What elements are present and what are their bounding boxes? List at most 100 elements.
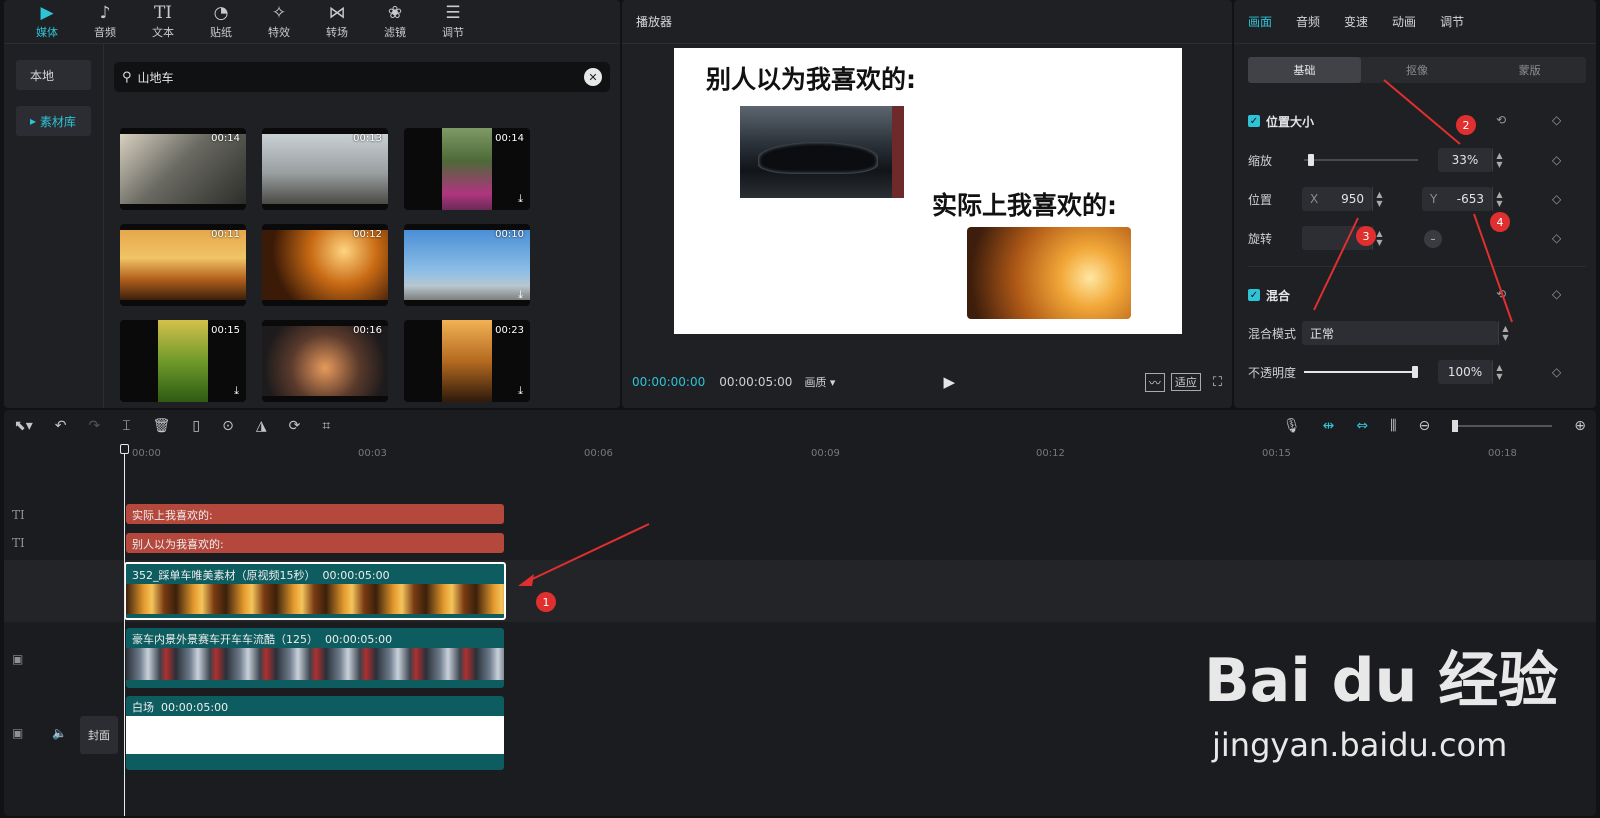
caption-2: 实际上我喜欢的: <box>932 191 1117 220</box>
redo-icon[interactable]: ↷ <box>89 418 101 434</box>
media-thumb[interactable]: 00:15 ⤓ <box>120 320 246 402</box>
keyframe-icon[interactable]: ◇ <box>1552 192 1561 206</box>
download-icon[interactable]: ⤓ <box>518 192 523 206</box>
link-icon[interactable]: ⇔ <box>1356 418 1368 434</box>
sidebar-item-library[interactable]: ▸ 素材库 <box>16 106 91 136</box>
reset-icon[interactable]: ⟲ <box>1496 287 1506 301</box>
tab-speed[interactable]: 变速 <box>1344 13 1368 30</box>
media-toolbar: ▶ 媒体 ♪ 音频 TI 文本 ◔ 贴纸 ✧ 特效 ⋈ 转场 ❀ 滤镜 ☰ 调节 <box>4 0 620 44</box>
video-clip[interactable]: 豪车内景外景赛车开车车流酷（125） 00:00:05:00 <box>126 628 504 688</box>
checkbox-icon[interactable]: ✓ <box>1248 289 1260 301</box>
cover-button[interactable]: 封面 <box>80 716 118 754</box>
tab-effects[interactable]: ✧ 特效 <box>250 0 308 43</box>
keyframe-icon[interactable]: ◇ <box>1552 113 1561 127</box>
white-clip[interactable]: 白场 00:00:05:00 <box>126 696 504 770</box>
player-controls: 00:00:00:00 00:00:05:00 画质 ▾ ▶ 〰 适应 ⛶ <box>622 370 1232 394</box>
search-input[interactable] <box>137 70 578 84</box>
tab-animation[interactable]: 动画 <box>1392 13 1416 30</box>
watermark-url: jingyan.baidu.com <box>1212 726 1508 764</box>
checkbox-icon[interactable]: ✓ <box>1248 115 1260 127</box>
media-thumb[interactable]: 00:23 ⤓ <box>404 320 530 402</box>
tab-props-audio[interactable]: 音频 <box>1296 13 1320 30</box>
scale-stepper[interactable]: ▲ ▼ <box>1492 148 1506 172</box>
section-blend: ✓ 混合 <box>1248 288 1291 303</box>
download-icon[interactable]: ⤓ <box>234 384 239 398</box>
tab-filter[interactable]: ❀ 滤镜 <box>366 0 424 43</box>
keyframe-icon[interactable]: ◇ <box>1552 153 1561 167</box>
opacity-slider[interactable] <box>1304 371 1418 373</box>
position-x-stepper[interactable]: ▲ ▼ <box>1372 187 1386 211</box>
opacity-value[interactable]: 100% <box>1438 360 1492 384</box>
media-thumb[interactable]: 00:12 <box>262 224 388 306</box>
play-icon[interactable]: ▶ <box>943 373 955 391</box>
reverse-icon[interactable]: ⊙ <box>222 418 234 434</box>
subtab-cutout[interactable]: 抠像 <box>1361 57 1474 83</box>
waveform-icon[interactable]: 〰 <box>1144 372 1165 392</box>
rotate-dial-icon[interactable]: – <box>1424 230 1442 248</box>
download-icon[interactable]: ⤓ <box>518 384 523 398</box>
mirror-icon[interactable]: ◮ <box>256 418 267 434</box>
preview-axis-icon[interactable]: ⫼ <box>1390 418 1396 434</box>
tab-text[interactable]: TI 文本 <box>134 0 192 43</box>
media-thumb[interactable]: 00:10 ⤓ <box>404 224 530 306</box>
freeze-icon[interactable]: ▯ <box>192 418 200 434</box>
media-thumb[interactable]: 00:14 <box>120 128 246 210</box>
subtab-basic[interactable]: 基础 <box>1248 57 1361 83</box>
position-y-stepper[interactable]: ▲ ▼ <box>1492 187 1506 211</box>
sidebar-item-local[interactable]: 本地 <box>16 60 91 90</box>
fit-button[interactable]: 适应 <box>1170 373 1201 391</box>
tab-sticker[interactable]: ◔ 贴纸 <box>192 0 250 43</box>
tab-audio[interactable]: ♪ 音频 <box>76 0 134 43</box>
preview-canvas[interactable]: 别人以为我喜欢的: 实际上我喜欢的: <box>674 48 1182 334</box>
zoom-in-icon[interactable]: ⊕ <box>1574 418 1586 434</box>
fullscreen-icon[interactable]: ⛶ <box>1213 375 1222 390</box>
scale-slider[interactable] <box>1304 159 1418 161</box>
blend-mode-stepper[interactable]: ▲ ▼ <box>1498 321 1512 345</box>
zoom-slider[interactable] <box>1452 420 1553 432</box>
microphone-icon[interactable]: 🎙 <box>1283 418 1301 434</box>
position-label: 位置 <box>1248 192 1273 207</box>
reset-icon[interactable]: ⟲ <box>1496 113 1506 127</box>
filter-icon: ❀ <box>387 2 403 23</box>
media-thumb[interactable]: 00:16 <box>262 320 388 402</box>
scale-value[interactable]: 33% <box>1438 148 1492 172</box>
delete-icon[interactable]: 🗑 <box>153 418 171 434</box>
text-clip[interactable]: 实际上我喜欢的: <box>126 504 504 524</box>
text-clip[interactable]: 别人以为我喜欢的: <box>126 533 504 553</box>
crop-icon[interactable]: ⌗ <box>322 418 330 434</box>
playhead-handle[interactable] <box>120 444 129 454</box>
tab-picture[interactable]: 画面 <box>1248 13 1272 30</box>
tab-adjust[interactable]: ☰ 调节 <box>424 0 482 43</box>
keyframe-icon[interactable]: ◇ <box>1552 231 1561 245</box>
music-note-icon: ♪ <box>99 2 111 23</box>
download-icon[interactable]: ⤓ <box>518 288 523 302</box>
tab-media[interactable]: ▶ 媒体 <box>18 0 76 43</box>
rotate-icon[interactable]: ⟳ <box>289 418 301 434</box>
split-icon[interactable]: ⌶ <box>122 418 130 434</box>
select-tool-icon[interactable]: ⬉▾ <box>14 418 33 434</box>
media-thumb[interactable]: 00:11 <box>120 224 246 306</box>
clear-search-icon[interactable]: ✕ <box>584 68 602 86</box>
opacity-stepper[interactable]: ▲ ▼ <box>1492 360 1506 384</box>
subtab-mask[interactable]: 蒙版 <box>1473 57 1586 83</box>
section-position-size: ✓ 位置大小 <box>1248 114 1315 129</box>
undo-icon[interactable]: ↶ <box>55 418 67 434</box>
mute-icon[interactable]: 🔈 <box>52 726 67 740</box>
playhead[interactable] <box>124 444 125 816</box>
quality-dropdown[interactable]: 画质 ▾ <box>804 374 835 390</box>
scale-slider-knob[interactable] <box>1307 154 1314 166</box>
tab-props-adjust[interactable]: 调节 <box>1440 13 1464 30</box>
position-y-field[interactable]: Y -653 <box>1422 187 1492 211</box>
blend-mode-select[interactable]: 正常 <box>1302 321 1498 345</box>
subtab-group: 基础 抠像 蒙版 <box>1248 57 1586 83</box>
opacity-slider-knob[interactable] <box>1412 366 1418 378</box>
zoom-out-icon[interactable]: ⊖ <box>1419 418 1431 434</box>
tab-transition[interactable]: ⋈ 转场 <box>308 0 366 43</box>
video-clip-selected[interactable]: 352_踩单车唯美素材（原视频15秒） 00:00:05:00 <box>124 562 506 620</box>
keyframe-icon[interactable]: ◇ <box>1552 287 1561 301</box>
snap-icon[interactable]: ⇹ <box>1323 418 1335 434</box>
keyframe-icon[interactable]: ◇ <box>1552 365 1561 379</box>
position-x-field[interactable]: X 950 <box>1302 187 1372 211</box>
media-thumb[interactable]: 00:13 <box>262 128 388 210</box>
media-thumb[interactable]: 00:14 ⤓ <box>404 128 530 210</box>
